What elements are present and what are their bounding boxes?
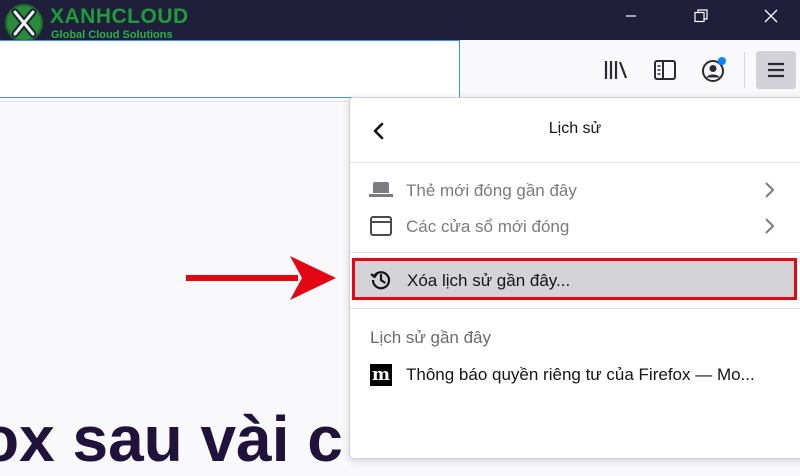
sidebar-button[interactable]	[649, 54, 681, 86]
recent-history-heading: Lịch sử gần đây	[370, 328, 492, 347]
sidebar-icon	[654, 60, 676, 80]
app-menu-button[interactable]	[756, 51, 796, 89]
recently-closed-windows-item[interactable]: Các cửa sổ mới đóng	[350, 208, 800, 244]
brand-name: XANHCLOUD	[50, 5, 189, 28]
brand-logo: XANHCLOUD Global Cloud Solutions	[4, 3, 234, 42]
restore-button[interactable]	[678, 0, 724, 32]
recently-closed-windows-label: Các cửa sổ mới đóng	[406, 217, 570, 236]
url-bar[interactable]	[0, 40, 460, 98]
page-heading: ox sau vài c	[0, 403, 343, 475]
chevron-right-icon	[765, 218, 775, 234]
toolbar-divider	[744, 52, 745, 88]
back-button[interactable]	[364, 116, 394, 146]
panel-header: Lịch sử	[350, 98, 800, 163]
history-entry-title: Thông báo quyền riêng tư của Firefox — M…	[406, 365, 755, 384]
recently-closed-tabs-label: Thẻ mới đóng gần đây	[406, 181, 577, 200]
minimize-button[interactable]	[608, 0, 654, 32]
logo-mark-icon	[5, 4, 43, 42]
chevron-right-icon	[765, 182, 775, 198]
account-button[interactable]	[697, 54, 729, 86]
panel-divider	[350, 252, 800, 253]
history-panel: Lịch sử Thẻ mới đóng gần đây Các cửa sổ …	[349, 97, 800, 459]
annotation-arrow-icon	[186, 256, 336, 300]
history-entry[interactable]: m Thông báo quyền riêng tư của Firefox —…	[350, 356, 800, 392]
chevron-left-icon	[373, 122, 384, 140]
restore-icon	[694, 9, 708, 23]
tab-icon	[368, 179, 394, 201]
clear-recent-history-label: Xóa lịch sử gần đây...	[407, 271, 571, 290]
account-icon	[702, 57, 726, 82]
menu-icon	[768, 62, 784, 78]
panel-divider	[350, 308, 800, 309]
site-favicon-icon: m	[370, 364, 392, 386]
minimize-icon	[626, 15, 636, 17]
recently-closed-tabs-item[interactable]: Thẻ mới đóng gần đây	[350, 172, 800, 208]
close-window-button[interactable]	[748, 0, 794, 32]
panel-title: Lịch sử	[548, 120, 602, 137]
close-icon	[764, 9, 778, 23]
history-icon	[370, 271, 391, 290]
navigation-toolbar	[0, 40, 800, 102]
library-icon	[604, 61, 628, 79]
window-icon	[368, 215, 394, 237]
library-button[interactable]	[600, 54, 632, 86]
clear-recent-history-button[interactable]: Xóa lịch sử gần đây...	[352, 258, 797, 300]
title-bar: XANHCLOUD Global Cloud Solutions	[0, 0, 800, 42]
